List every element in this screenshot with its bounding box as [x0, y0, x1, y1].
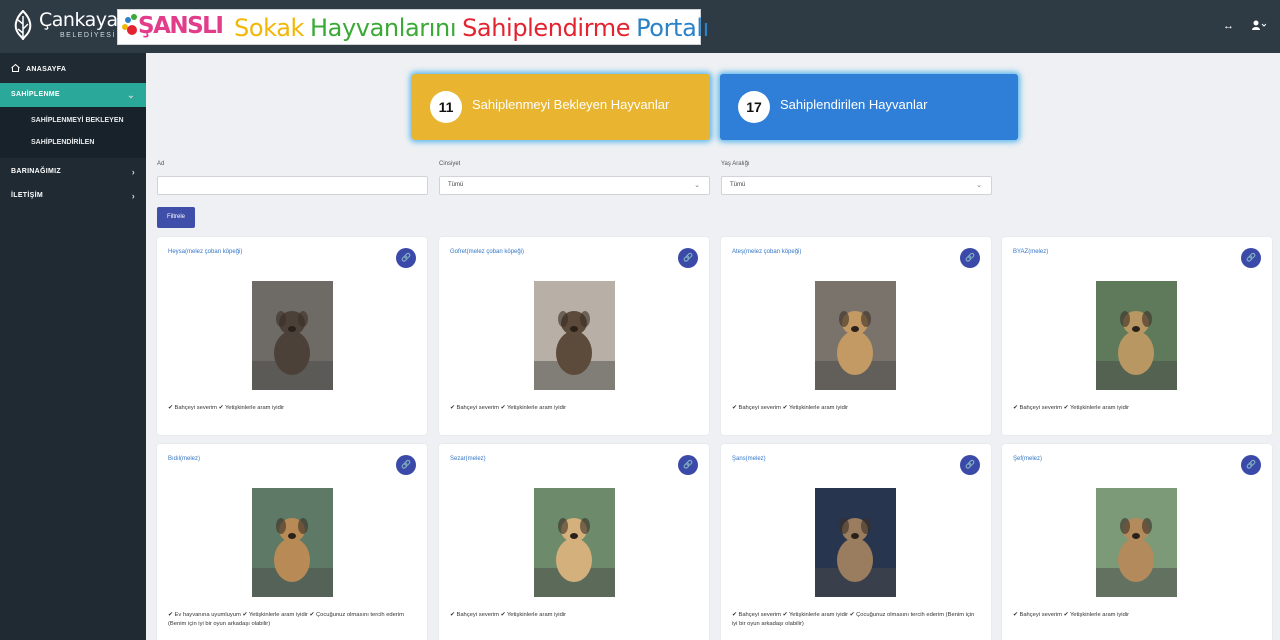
gender-select-value: Tümü: [448, 182, 464, 188]
logo-subtitle: BELEDİYESİ: [60, 32, 116, 39]
portal-title-word: Sahiplendirme: [462, 14, 631, 42]
chevron-down-icon: ⌄: [694, 182, 700, 189]
animal-traits: ✔ Bahçeyi severim ✔ Yetişkinlerle aram i…: [1013, 612, 1130, 618]
chevron-down-icon: ⌄: [127, 90, 135, 100]
animal-traits: ✔ Bahçeyi severim ✔ Yetişkinlerle aram i…: [732, 612, 975, 628]
top-icons: ↔: [1223, 18, 1267, 34]
sidebar-submenu: SAHİPLENMEYİ BEKLEYEN SAHİPLENDİRİLEN: [0, 107, 146, 158]
cankaya-logo[interactable]: Çankaya BELEDİYESİ: [10, 6, 118, 46]
portal-title: Sokak Hayvanlarını Sahiplendirme Portalı: [234, 14, 715, 42]
animal-card[interactable]: Ateş(melez çoban köpeği) 🔗 ✔ Bahçeyi sever…: [721, 237, 991, 435]
age-filter-label: Yaş Aralığı: [721, 161, 750, 167]
animal-photo: [252, 488, 333, 597]
sidebar-subitem-waiting[interactable]: SAHİPLENMEYİ BEKLEYEN: [0, 110, 146, 132]
animal-name-link[interactable]: Şans(melez): [732, 456, 766, 462]
waiting-stat-card[interactable]: 11 Sahiplenmeyi Bekleyen Hayvanlar: [412, 74, 710, 140]
link-icon[interactable]: 🔗: [396, 455, 416, 475]
filter-button[interactable]: Filtrele: [157, 207, 195, 228]
sidebar-item-contact[interactable]: İLETİŞİM ›: [0, 184, 146, 208]
waiting-count: 11: [430, 91, 462, 123]
link-icon[interactable]: 🔗: [1241, 455, 1261, 475]
animal-photo: [1096, 281, 1177, 390]
adopted-count: 17: [738, 91, 770, 123]
animal-traits: ✔ Ev hayvanına uyumluyum ✔ Yetişkinlerle…: [168, 612, 404, 628]
animal-card[interactable]: Bıdıl(melez) 🔗 ✔ Ev hayvanına uyumluyum ✔ …: [157, 444, 427, 640]
sidebar-item-label: BARINAĞIMIZ: [11, 168, 61, 175]
portal-title-word: Sokak: [234, 14, 305, 42]
chevron-right-icon: ›: [131, 191, 135, 201]
animal-photo: [815, 281, 896, 390]
animal-name-link[interactable]: Gofret(melez çoban köpeği): [450, 249, 524, 255]
animal-name-link[interactable]: Bıdıl(melez): [168, 456, 200, 462]
animal-card[interactable]: Gofret(melez çoban köpeği) 🔗 ✔ Bahçeyi sev…: [439, 237, 709, 435]
animal-photo: [534, 488, 615, 597]
link-icon[interactable]: 🔗: [960, 455, 980, 475]
user-menu-icon[interactable]: [1252, 20, 1267, 33]
leaf-logo-icon: [14, 10, 32, 40]
name-filter-input[interactable]: [157, 176, 428, 195]
adopted-label: Sahiplendirilen Hayvanlar: [780, 97, 928, 112]
chevron-right-icon: ›: [131, 167, 135, 177]
fullscreen-icon[interactable]: ↔: [1223, 20, 1234, 32]
animal-photo: [534, 281, 615, 390]
animal-traits: ✔ Bahçeyi severim ✔ Yetişkinlerle aram i…: [450, 405, 567, 411]
animal-name-link[interactable]: Heysa(melez çoban köpeği): [168, 249, 242, 255]
animal-name-link[interactable]: Şef(melez): [1013, 456, 1042, 462]
animal-card[interactable]: Sezar(melez) 🔗 ✔ Bahçeyi severim ✔ Yetişki…: [439, 444, 709, 640]
gender-filter-label: Cinsiyet: [439, 161, 461, 167]
animal-card[interactable]: BYAZ(melez) 🔗 ✔ Bahçeyi severim ✔ Yetişkin…: [1002, 237, 1272, 435]
portal-title-word: Hayvanlarını: [310, 14, 457, 42]
sidebar-item-label: İLETİŞİM: [11, 192, 43, 199]
animal-photo: [815, 488, 896, 597]
animal-card[interactable]: Şef(melez) 🔗 ✔ Bahçeyi severim ✔ Yetişkinl…: [1002, 444, 1272, 640]
animal-photo: [252, 281, 333, 390]
age-select[interactable]: Tümü ⌄: [721, 176, 992, 195]
sidebar-item-label: SAHİPLENME: [11, 91, 60, 98]
sidebar-item-label: ANASAYFA: [26, 66, 67, 73]
animal-name-link[interactable]: BYAZ(melez): [1013, 249, 1048, 255]
brand-name: ŞANSLI: [138, 13, 224, 39]
sidebar-subitem-adopted[interactable]: SAHİPLENDİRİLEN: [0, 132, 146, 154]
link-icon[interactable]: 🔗: [678, 248, 698, 268]
link-icon[interactable]: 🔗: [1241, 248, 1261, 268]
portal-banner[interactable]: ŞANSLI Sokak Hayvanlarını Sahiplendirme Por…: [117, 9, 709, 45]
animal-traits: ✔ Bahçeyi severim ✔ Yetişkinlerle aram i…: [450, 612, 567, 618]
sidebar-item-adoption[interactable]: SAHİPLENME ⌄: [0, 83, 146, 107]
sidebar-item-shelter[interactable]: BARINAĞIMIZ ›: [0, 160, 146, 184]
animal-card[interactable]: Heysa(melez çoban köpeği) 🔗 ✔ Bahçeyi seve…: [157, 237, 427, 435]
link-icon[interactable]: 🔗: [678, 455, 698, 475]
sidebar-item-home[interactable]: ANASAYFA: [0, 58, 146, 82]
waiting-label: Sahiplenmeyi Bekleyen Hayvanlar: [472, 97, 670, 112]
animal-name-link[interactable]: Ateş(melez çoban köpeği): [732, 249, 801, 255]
animal-photo: [1096, 488, 1177, 597]
sidebar: ANASAYFA SAHİPLENME ⌄ SAHİPLENMEYİ BEKLE…: [0, 53, 146, 640]
animal-card[interactable]: Şans(melez) 🔗 ✔ Bahçeyi severim ✔ Yetişkin…: [721, 444, 991, 640]
link-icon[interactable]: 🔗: [960, 248, 980, 268]
animal-name-link[interactable]: Sezar(melez): [450, 456, 486, 462]
name-filter-label: Ad: [157, 161, 165, 167]
link-icon[interactable]: 🔗: [396, 248, 416, 268]
chevron-down-icon: ⌄: [976, 182, 982, 189]
home-icon: [11, 64, 20, 72]
gender-select[interactable]: Tümü ⌄: [439, 176, 710, 195]
adopted-stat-card[interactable]: 17 Sahiplendirilen Hayvanlar: [720, 74, 1018, 140]
animal-traits: ✔ Bahçeyi severim ✔ Yetişkinlerle aram i…: [732, 405, 849, 411]
animal-traits: ✔ Bahçeyi severim ✔ Yetişkinlerle aram i…: [168, 405, 285, 411]
animal-traits: ✔ Bahçeyi severim ✔ Yetişkinlerle aram i…: [1013, 405, 1130, 411]
logo-name: Çankaya: [39, 9, 118, 31]
top-bar: Çankaya BELEDİYESİ ŞANSLI Sokak Hayvanlar…: [0, 0, 1280, 53]
portal-title-word: Portalı: [636, 14, 709, 42]
age-select-value: Tümü: [730, 182, 746, 188]
